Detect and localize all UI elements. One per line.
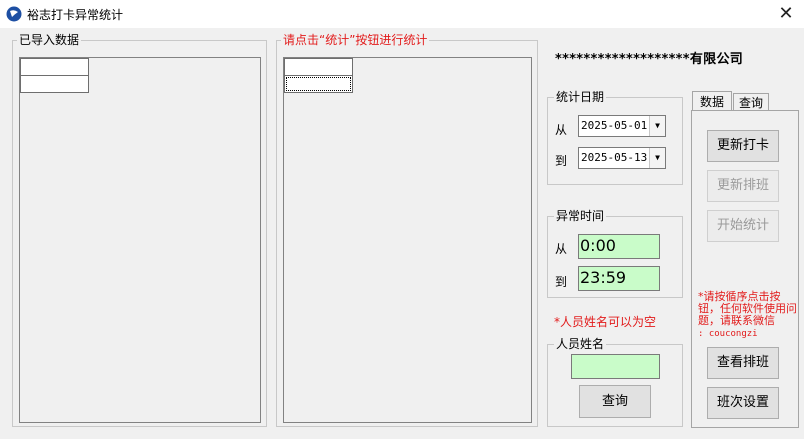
date-to-picker[interactable]: 2025-05-13 ▼	[578, 147, 666, 169]
query-button[interactable]: 查询	[579, 385, 651, 418]
time-from-input[interactable]: 0:00	[578, 234, 660, 259]
name-group-label: 人员姓名	[554, 337, 607, 351]
results-grid[interactable]	[283, 57, 532, 423]
grid-cell[interactable]	[20, 75, 89, 93]
grid-header-cell	[284, 58, 353, 76]
chevron-down-icon[interactable]: ▼	[649, 116, 665, 136]
shift-settings-button[interactable]: 班次设置	[707, 387, 779, 419]
tab-query[interactable]: 查询	[733, 93, 769, 111]
update-punch-button[interactable]: 更新打卡	[707, 130, 779, 162]
time-to-input[interactable]: 23:59	[578, 266, 660, 291]
name-optional-hint: *人员姓名可以为空	[554, 315, 657, 329]
date-group	[547, 97, 683, 185]
imported-data-grid[interactable]	[19, 57, 261, 423]
window-title: 裕志打卡异常统计	[27, 8, 124, 22]
grid-header-cell	[20, 58, 89, 76]
date-from-value: 2025-05-01	[581, 119, 648, 132]
start-stats-button[interactable]: 开始统计	[707, 210, 779, 242]
time-from-label: 从	[555, 242, 568, 256]
company-name: *******************有限公司	[555, 52, 744, 67]
usage-note-text: *请按循序点击按钮，任何软件使用问题，请联系微信	[698, 290, 797, 327]
date-to-label: 到	[555, 154, 568, 168]
date-group-label: 统计日期	[554, 90, 607, 104]
title-bar: 裕志打卡异常统计 ✕	[0, 0, 804, 28]
usage-note: *请按循序点击按钮，任何软件使用问题，请联系微信 : coucongzi	[698, 291, 798, 340]
wechat-contact: : coucongzi	[698, 329, 758, 339]
view-schedule-button[interactable]: 查看排班	[707, 347, 779, 379]
date-from-label: 从	[555, 123, 568, 137]
chevron-down-icon[interactable]: ▼	[649, 148, 665, 168]
tab-data[interactable]: 数据	[692, 91, 732, 111]
date-to-value: 2025-05-13	[581, 151, 648, 164]
close-icon[interactable]: ✕	[770, 2, 802, 26]
time-group-label: 异常时间	[554, 209, 607, 223]
date-from-picker[interactable]: 2025-05-01 ▼	[578, 115, 666, 137]
grid-selected-cell[interactable]	[284, 75, 353, 93]
person-name-input[interactable]	[571, 354, 660, 379]
update-schedule-button[interactable]: 更新排班	[707, 170, 779, 202]
results-instruction-label: 请点击“统计”按钮进行统计	[281, 33, 430, 47]
time-to-label: 到	[555, 275, 568, 289]
app-logo-icon	[6, 6, 22, 22]
imported-data-label: 已导入数据	[17, 33, 82, 47]
